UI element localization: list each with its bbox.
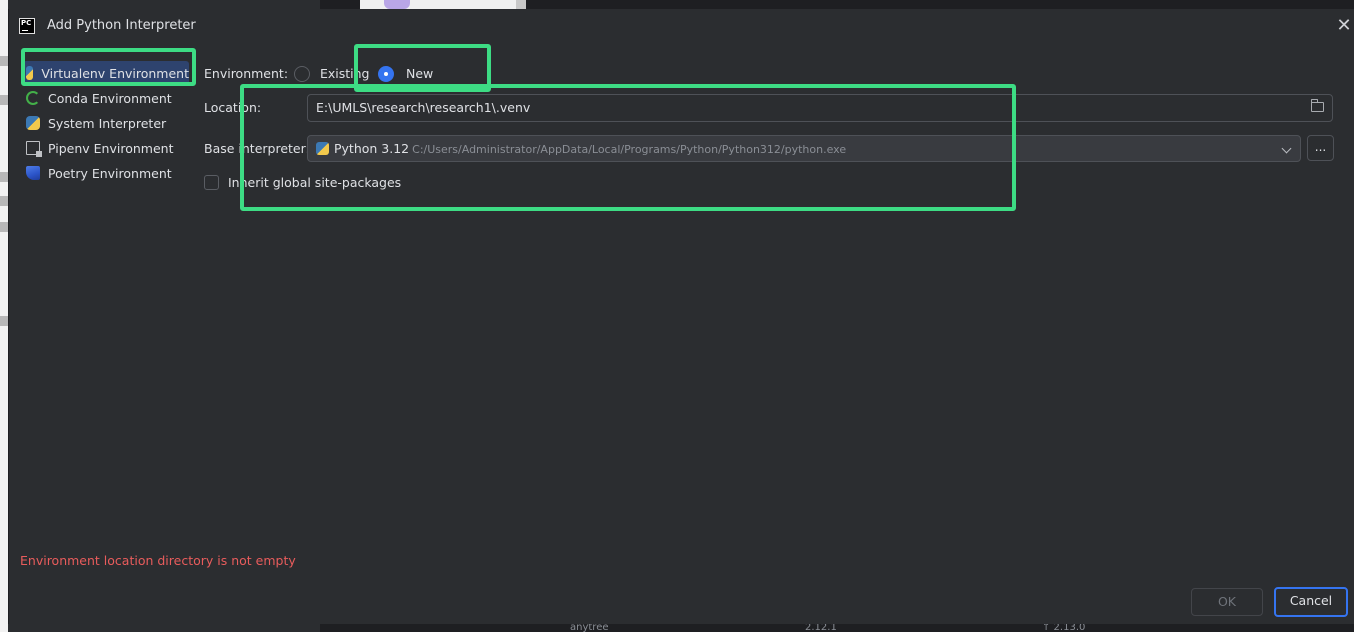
poetry-icon — [26, 166, 40, 180]
radio-existing[interactable] — [294, 65, 310, 82]
environment-row: Environment: — [204, 66, 288, 81]
base-interpreter-label: Base interpreter: — [204, 141, 310, 156]
package-version-text: 2.12.1 — [805, 624, 837, 632]
pipenv-icon — [26, 141, 42, 157]
sidebar-item-label: Poetry Environment — [48, 165, 172, 181]
python-icon — [26, 116, 40, 130]
sidebar-item-conda[interactable]: Conda Environment — [23, 86, 189, 110]
sidebar-item-poetry[interactable]: Poetry Environment — [23, 161, 189, 185]
environment-label: Environment: — [204, 66, 289, 81]
base-interpreter-value: Python 3.12 C:/Users/Administrator/AppDat… — [316, 141, 846, 156]
virtualenv-icon — [26, 66, 34, 80]
environment-type-list: Virtualenv Environment Conda Environment… — [23, 61, 189, 186]
ok-button[interactable]: OK — [1191, 588, 1263, 616]
cancel-button[interactable]: Cancel — [1274, 587, 1348, 617]
browse-interpreter-button[interactable]: ... — [1307, 135, 1334, 161]
add-python-interpreter-dialog: PC Add Python Interpreter ✕ Virtualenv E… — [8, 9, 1354, 624]
location-label: Location: — [204, 100, 262, 115]
radio-new-label: New — [405, 66, 434, 81]
package-latest-version-text: ↑ 2.13.0 — [1042, 624, 1086, 632]
background-window-top-strip — [320, 0, 1354, 9]
inherit-global-site-packages-label: Inherit global site-packages — [228, 175, 402, 190]
sidebar-item-system-interpreter[interactable]: System Interpreter — [23, 111, 189, 135]
sidebar-item-label: Conda Environment — [48, 90, 172, 106]
radio-new-option[interactable]: New — [378, 65, 433, 82]
inherit-global-site-packages-checkbox[interactable] — [204, 175, 219, 190]
folder-icon[interactable] — [1311, 99, 1324, 112]
sidebar-item-virtualenv[interactable]: Virtualenv Environment — [23, 61, 189, 85]
background-window-left-edge — [0, 0, 8, 632]
radio-existing-label: Existing — [319, 66, 370, 81]
radio-existing-option[interactable]: Existing — [294, 65, 370, 82]
base-interpreter-dropdown[interactable]: Python 3.12 C:/Users/Administrator/AppDat… — [307, 135, 1301, 162]
sidebar-item-pipenv[interactable]: Pipenv Environment — [23, 136, 189, 160]
conda-icon — [26, 91, 40, 105]
base-interpreter-path: C:/Users/Administrator/AppData/Local/Pro… — [412, 143, 847, 156]
sidebar-item-label: System Interpreter — [48, 115, 167, 131]
package-name-text: anytree — [570, 624, 609, 632]
dialog-title: Add Python Interpreter — [47, 18, 196, 33]
chevron-down-icon[interactable] — [1281, 143, 1292, 154]
error-message: Environment location directory is not em… — [20, 553, 296, 568]
sidebar-item-label: Pipenv Environment — [48, 140, 174, 156]
close-icon[interactable]: ✕ — [1333, 17, 1354, 37]
radio-new[interactable] — [378, 65, 394, 82]
pycharm-app-icon: PC — [19, 18, 35, 34]
location-field[interactable]: E:\UMLS\research\research1\.venv — [307, 94, 1333, 122]
python-icon — [316, 142, 329, 155]
base-interpreter-name: Python 3.12 — [334, 141, 410, 156]
background-package-list-row: anytree 2.12.1 ↑ 2.13.0 — [320, 624, 1354, 632]
sidebar-item-label: Virtualenv Environment — [41, 65, 189, 81]
location-value: E:\UMLS\research\research1\.venv — [316, 100, 531, 115]
dialog-title-bar: PC Add Python Interpreter ✕ — [9, 9, 1354, 45]
